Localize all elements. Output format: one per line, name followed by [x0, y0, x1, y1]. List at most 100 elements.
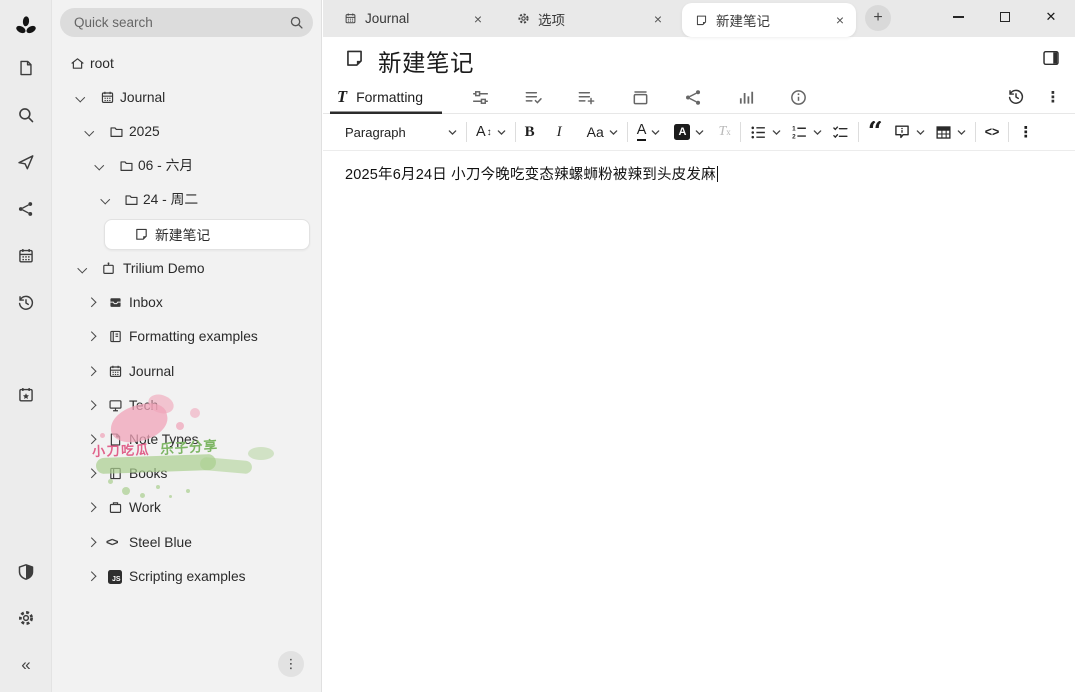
bar-chart-icon	[737, 88, 756, 107]
tree-item-books[interactable]: Books	[52, 459, 321, 489]
search-button[interactable]	[14, 103, 38, 127]
tree-item-tech[interactable]: Tech	[52, 391, 321, 421]
tab-options[interactable]: 选项 ×	[504, 0, 674, 37]
ribbon-tab-note-info[interactable]	[788, 87, 808, 107]
chevron-down-icon[interactable]	[85, 127, 94, 136]
tree-item-inbox[interactable]: Inbox	[52, 288, 321, 318]
tree-more-button[interactable]: ⋮	[278, 651, 304, 677]
tree-item-work[interactable]: Work	[52, 493, 321, 523]
chevron-down-icon[interactable]	[76, 93, 85, 102]
chevron-right-icon[interactable]	[87, 401, 96, 410]
protected-session-button[interactable]	[14, 560, 38, 584]
tab-new-note-active[interactable]: 新建笔记 ×	[682, 3, 856, 37]
font-color-icon: A	[637, 123, 647, 141]
ribbon-tab-owned-attributes[interactable]	[523, 87, 543, 107]
share-network-icon	[17, 200, 35, 218]
minimize-button[interactable]	[948, 7, 968, 27]
code-block-button[interactable]: <>	[985, 125, 1000, 139]
recent-changes-button[interactable]	[14, 291, 38, 315]
chevron-down-icon[interactable]	[95, 161, 104, 170]
chevron-right-icon[interactable]	[87, 469, 96, 478]
chevron-right-icon[interactable]	[87, 367, 96, 376]
tree-item-steel-blue[interactable]: <> Steel Blue	[52, 528, 321, 558]
tab-bar: Journal × 选项 × 新建笔记 × + ✕	[323, 0, 1075, 37]
chevron-right-icon[interactable]	[87, 332, 96, 341]
new-tab-button[interactable]: +	[865, 5, 891, 31]
file-icon	[108, 432, 123, 447]
tab-journal[interactable]: Journal ×	[331, 0, 494, 37]
bullet-list-dropdown[interactable]	[750, 124, 781, 141]
close-tab-button[interactable]: ×	[834, 12, 846, 28]
list-check-icon	[524, 88, 543, 107]
ribbon-tab-note-paths[interactable]	[630, 87, 650, 107]
tree-item-trilium-demo[interactable]: Trilium Demo	[52, 254, 321, 284]
note-revisions-button[interactable]	[1006, 87, 1026, 107]
split-view-icon[interactable]	[1042, 49, 1060, 67]
numbered-list-dropdown[interactable]	[791, 124, 822, 141]
font-size-letter: A	[476, 124, 486, 140]
toolbar-more-button[interactable]: ⋮	[1018, 125, 1033, 140]
ribbon-tab-inherited-attributes[interactable]	[576, 87, 596, 107]
note-editor[interactable]: 2025年6月24日 小刀今晚吃变态辣螺蛳粉被辣到头皮发麻	[323, 152, 1075, 692]
italic-button[interactable]: I	[557, 124, 577, 141]
chevron-right-icon[interactable]	[87, 503, 96, 512]
admonition-dropdown[interactable]	[893, 123, 925, 141]
paragraph-style-dropdown[interactable]: Paragraph	[345, 125, 457, 140]
remove-format-button-disabled[interactable]: Tx	[718, 124, 730, 140]
tree-item-label: 24 - 周二	[143, 185, 198, 215]
todo-list-button[interactable]	[832, 124, 849, 141]
quick-search-input[interactable]	[60, 8, 313, 37]
ribbon-tab-label: Formatting	[356, 89, 423, 105]
background-color-dropdown[interactable]: A	[674, 124, 704, 140]
tree-item-journal-demo[interactable]: Journal	[52, 357, 321, 387]
chevron-right-icon[interactable]	[87, 572, 96, 581]
settings-button[interactable]	[14, 606, 38, 630]
note-title[interactable]: 新建笔记	[378, 44, 474, 78]
close-tab-button[interactable]: ×	[652, 11, 664, 27]
tree-item-06-june[interactable]: 06 - 六月	[52, 151, 321, 181]
close-window-button[interactable]: ✕	[1041, 7, 1061, 27]
divider	[1008, 122, 1009, 142]
divider	[858, 122, 859, 142]
text-case-dropdown[interactable]: Aa	[587, 124, 618, 140]
calendar-button[interactable]	[14, 244, 38, 268]
note-icon	[695, 14, 708, 27]
font-size-dropdown[interactable]: A↕	[476, 124, 506, 140]
new-note-button[interactable]	[14, 56, 38, 80]
calendar-star-icon	[17, 386, 35, 404]
ribbon-tab-note-map[interactable]	[683, 87, 703, 107]
tree-item-note-types[interactable]: Note Types	[52, 425, 321, 455]
tree-item-scripting-examples[interactable]: JS Scripting examples	[52, 562, 321, 592]
ribbon-tab-formatting[interactable]: T Formatting	[330, 80, 442, 114]
note-actions-button[interactable]: ⋮	[1043, 87, 1063, 107]
insert-table-dropdown[interactable]	[935, 124, 966, 141]
chevron-down-icon[interactable]	[101, 195, 110, 204]
chevron-right-icon[interactable]	[87, 435, 96, 444]
tree-item-24-tuesday[interactable]: 24 - 周二	[52, 185, 321, 215]
font-color-dropdown[interactable]: A	[637, 123, 661, 141]
bold-button[interactable]: B	[525, 124, 547, 141]
close-tab-button[interactable]: ×	[472, 11, 484, 27]
ribbon-tab-basic-properties[interactable]	[470, 87, 490, 107]
tree-item-journal[interactable]: Journal	[52, 83, 321, 113]
today-button[interactable]	[14, 383, 38, 407]
home-icon	[70, 56, 85, 71]
ribbon-tab-similar-notes[interactable]	[736, 87, 756, 107]
chevron-down-icon[interactable]	[78, 264, 87, 273]
maximize-button[interactable]	[995, 7, 1015, 27]
collapse-tree-button[interactable]: «	[14, 652, 38, 676]
tree-item-formatting-examples[interactable]: Formatting examples	[52, 322, 321, 352]
tree-item-root[interactable]: root	[52, 49, 321, 79]
note-icon	[344, 48, 365, 69]
chevron-right-icon[interactable]	[87, 298, 96, 307]
note-title-row: 新建笔记	[323, 37, 1075, 80]
sliders-icon	[471, 88, 490, 107]
tree-item-2025[interactable]: 2025	[52, 117, 321, 147]
block-quote-button[interactable]: “	[868, 121, 883, 143]
jump-to-note-button[interactable]	[14, 150, 38, 174]
chevron-right-icon[interactable]	[87, 538, 96, 547]
tree-item-new-note-selected[interactable]: 新建笔记	[104, 219, 310, 250]
divider	[627, 122, 628, 142]
more-vertical-icon: ⋮	[285, 656, 298, 671]
note-map-button[interactable]	[14, 197, 38, 221]
